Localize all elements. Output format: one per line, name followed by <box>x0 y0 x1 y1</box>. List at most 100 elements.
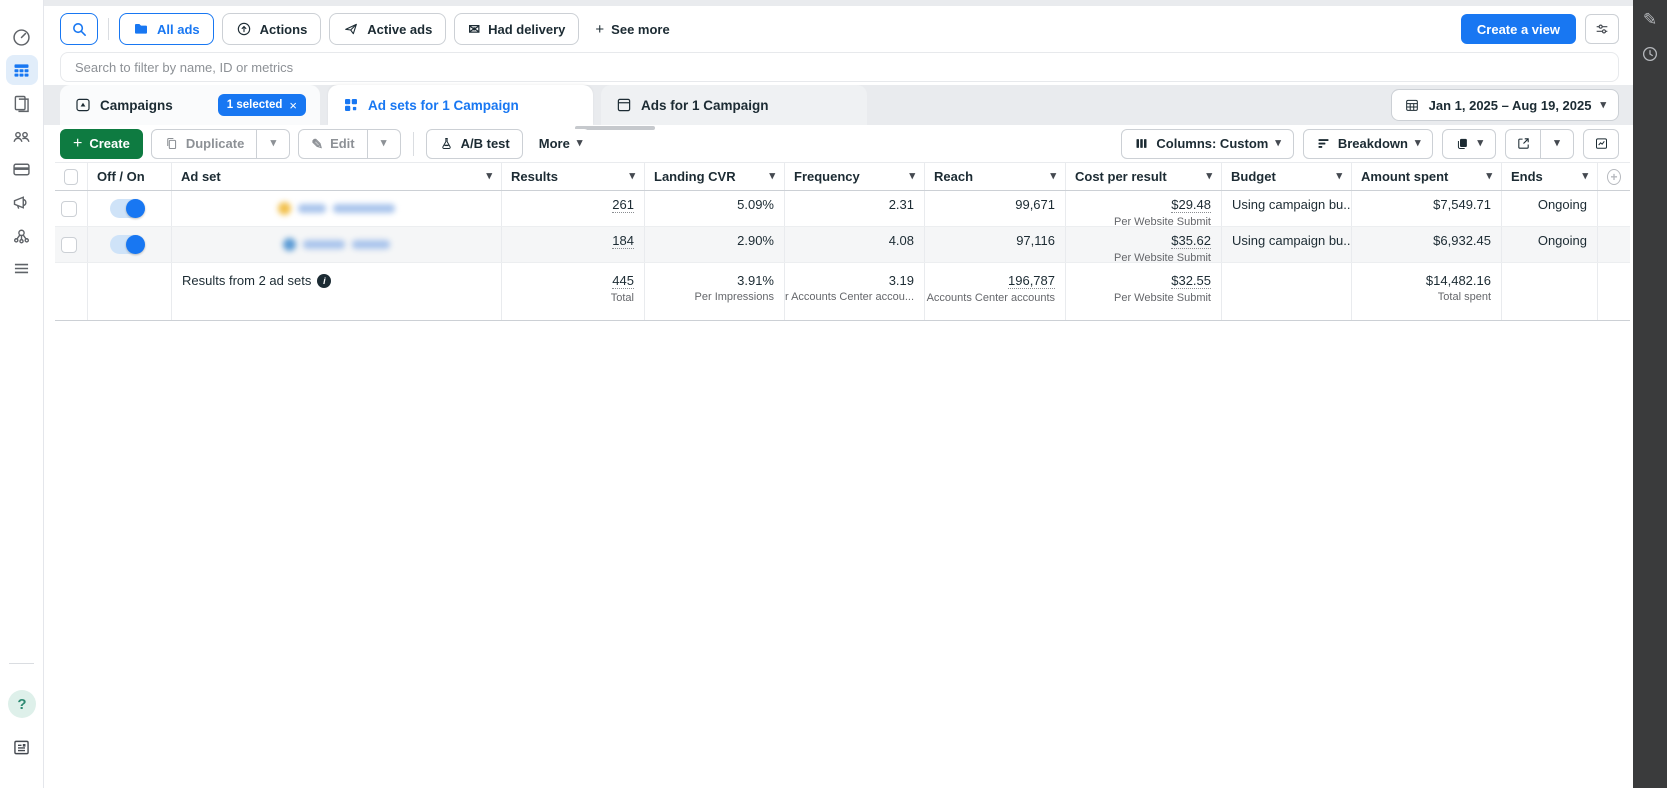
sort-caret-icon[interactable]: ▾ <box>629 171 635 182</box>
flask-icon <box>439 136 454 151</box>
duplicate-dropdown-button[interactable]: ▾ <box>257 128 291 159</box>
ad-set-name-cell[interactable] <box>172 227 502 262</box>
tab-campaigns[interactable]: Campaigns 1 selected × <box>60 85 320 125</box>
business-assets-nodes-icon[interactable] <box>6 220 38 250</box>
ab-test-button[interactable]: A/B test <box>425 128 523 159</box>
reports-button[interactable]: ▾ <box>1442 128 1496 159</box>
more-label: More <box>538 136 570 151</box>
header-amount-spent[interactable]: Amount spent ▾ <box>1352 163 1502 190</box>
row-checkbox-cell[interactable] <box>55 227 88 262</box>
sort-caret-icon[interactable]: ▾ <box>1336 171 1342 182</box>
filter-chip-all-ads[interactable]: All ads <box>119 13 214 45</box>
date-range-picker[interactable]: Jan 1, 2025 – Aug 19, 2025 ▾ <box>1390 89 1619 121</box>
row-checkbox[interactable] <box>61 236 77 253</box>
results-value[interactable]: 184 <box>612 233 634 249</box>
row-toggle-cell[interactable] <box>88 227 172 262</box>
sort-caret-icon[interactable]: ▾ <box>486 171 492 182</box>
filter-chip-actions[interactable]: Actions <box>221 13 322 45</box>
chevron-down-icon: ▾ <box>380 137 387 149</box>
header-results[interactable]: Results ▾ <box>502 163 645 190</box>
charts-button[interactable] <box>1583 128 1619 159</box>
chevron-down-icon: ▾ <box>270 137 277 149</box>
ad-set-name-cell[interactable] <box>172 191 502 226</box>
select-all-checkbox-cell[interactable] <box>55 163 88 190</box>
header-cost-per-result[interactable]: Cost per result ▾ <box>1066 163 1222 190</box>
landing-cvr-cell: 5.09% <box>645 191 785 226</box>
calendar-icon <box>1404 97 1420 113</box>
history-clock-icon[interactable] <box>1635 40 1665 68</box>
columns-button[interactable]: Columns: Custom ▾ <box>1121 128 1294 159</box>
tab-ad-sets-label: Ad sets for 1 Campaign <box>368 97 519 113</box>
row-toggle-cell[interactable] <box>88 191 172 226</box>
more-button[interactable]: More ▾ <box>530 128 591 159</box>
header-budget[interactable]: Budget ▾ <box>1222 163 1352 190</box>
sort-caret-icon[interactable]: ▾ <box>769 171 775 182</box>
tab-ad-sets[interactable]: Ad sets for 1 Campaign <box>328 85 593 125</box>
sort-caret-icon[interactable]: ▾ <box>1050 171 1056 182</box>
row-checkbox[interactable] <box>61 200 77 217</box>
header-ad-set[interactable]: Ad set ▾ <box>172 163 502 190</box>
budget-cell: Using campaign bu... <box>1222 227 1352 262</box>
help-icon[interactable]: ? <box>8 690 36 718</box>
campaign-folder-icon <box>74 96 92 114</box>
tab-ads-label: Ads for 1 Campaign <box>641 97 769 113</box>
see-more-button[interactable]: + See more <box>587 21 677 38</box>
selected-filter-badge[interactable]: 1 selected × <box>217 94 306 116</box>
export-dropdown-button[interactable]: ▾ <box>1541 128 1574 159</box>
off-on-toggle[interactable] <box>110 235 145 254</box>
edit-dropdown-button[interactable]: ▾ <box>367 128 401 159</box>
close-icon[interactable]: × <box>289 98 297 113</box>
sort-caret-icon[interactable]: ▾ <box>1206 171 1212 182</box>
edit-button[interactable]: ✎ Edit <box>298 128 368 159</box>
sort-caret-icon[interactable]: ▾ <box>1582 171 1588 182</box>
cost-value[interactable]: $35.62 <box>1171 233 1211 249</box>
summary-empty-cell <box>88 263 172 320</box>
header-landing-cvr[interactable]: Landing CVR ▾ <box>645 163 785 190</box>
selected-count-label: 1 selected <box>226 99 283 111</box>
all-tools-menu-icon[interactable] <box>6 253 38 283</box>
view-settings-button[interactable] <box>1585 14 1619 44</box>
sort-caret-icon[interactable]: ▾ <box>909 171 915 182</box>
export-button[interactable] <box>1505 128 1541 159</box>
sort-caret-icon[interactable]: ▾ <box>1486 171 1492 182</box>
campaigns-table-icon[interactable] <box>5 55 38 85</box>
content-card: + Create Duplicate ▾ ✎ Edit ▾ A/B test M… <box>44 125 1633 788</box>
header-ends[interactable]: Ends ▾ <box>1502 163 1598 190</box>
info-icon[interactable]: i <box>317 273 332 288</box>
duplicate-button[interactable]: Duplicate <box>150 128 258 159</box>
chevron-down-icon: ▾ <box>1554 137 1560 149</box>
search-button[interactable] <box>60 13 98 45</box>
off-on-toggle[interactable] <box>110 199 145 218</box>
header-frequency[interactable]: Frequency ▾ <box>785 163 925 190</box>
tab-ads[interactable]: Ads for 1 Campaign <box>601 85 867 125</box>
filter-chip-active-ads[interactable]: Active ads <box>329 13 447 45</box>
divider <box>108 18 109 40</box>
header-add-column[interactable]: + <box>1598 163 1630 190</box>
select-all-checkbox[interactable] <box>64 168 78 185</box>
ads-reporting-pages-icon[interactable] <box>6 88 38 118</box>
breakdown-button[interactable]: Breakdown ▾ <box>1302 128 1434 159</box>
search-filter-input[interactable] <box>60 52 1619 82</box>
whats-new-icon[interactable] <box>11 737 32 758</box>
status-dot-icon <box>278 202 291 215</box>
create-a-view-button[interactable]: Create a view <box>1460 14 1576 44</box>
billing-card-icon[interactable] <box>6 154 38 184</box>
add-column-icon[interactable]: + <box>1607 168 1621 185</box>
cost-value[interactable]: $29.48 <box>1171 197 1211 213</box>
header-off-on: Off / On <box>88 163 172 190</box>
spacer-cell <box>1598 263 1630 320</box>
cost-per-result-cell: $35.62 Per Website Submit <box>1066 227 1222 262</box>
tab-campaigns-label: Campaigns <box>100 97 173 113</box>
ads-page-icon <box>615 96 633 114</box>
header-reach[interactable]: Reach ▾ <box>925 163 1066 190</box>
create-button[interactable]: + Create <box>60 128 143 159</box>
account-overview-gauge-icon[interactable] <box>6 22 38 52</box>
results-value[interactable]: 261 <box>612 197 634 213</box>
filter-chip-had-delivery[interactable]: ✉ Had delivery <box>454 13 580 45</box>
filter-chip-label: Active ads <box>367 21 433 37</box>
advertise-megaphone-icon[interactable] <box>6 187 38 217</box>
row-checkbox-cell[interactable] <box>55 191 88 226</box>
audiences-people-icon[interactable] <box>6 121 38 151</box>
edit-pencil-icon[interactable]: ✎ <box>1635 6 1665 34</box>
ends-cell: Ongoing <box>1502 227 1598 262</box>
